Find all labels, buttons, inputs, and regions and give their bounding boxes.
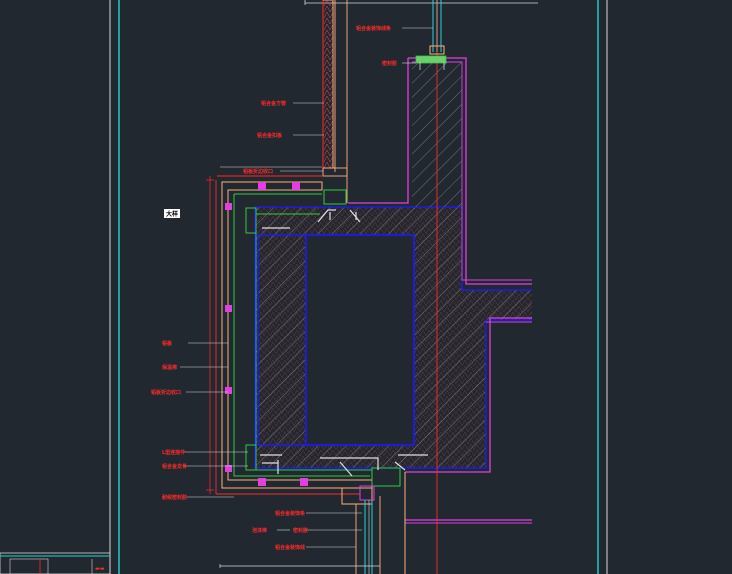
cad-drawing-canvas: ▬▬ 大样 铝合金装饰线条 密封胶 铝合金方管 铝合金扣板 铝板折边收口 铝板 … [0, 0, 608, 574]
upper-facade [304, 0, 348, 203]
callout-label: 铝合金装饰线 [275, 544, 305, 551]
top-mullion [415, 0, 447, 70]
scale-tag-text: 大样 [166, 210, 178, 218]
svg-text:▬▬: ▬▬ [95, 566, 105, 572]
callout-label: 铝合金装饰条 [275, 510, 305, 517]
scale-tag: 大样 [164, 209, 180, 218]
callout-label: 密封胶 [293, 527, 308, 534]
callout-label: 铝合金龙骨 [162, 463, 187, 470]
callout-label: 保温棉 [161, 364, 177, 371]
callout-label: 铝板折边收口 [243, 168, 273, 175]
callout-label: 铝合金方管 [261, 100, 286, 107]
callout-label: 铝板 [162, 340, 173, 347]
callout-label: 密封胶 [382, 60, 397, 67]
callout-label: 铝合金装饰线条 [356, 25, 391, 32]
callout-label: 泡沫棒 [252, 527, 268, 534]
callout-label: 铝板折边收口 [151, 389, 181, 396]
callout-label: 耐候密封胶 [162, 494, 187, 501]
callout-label: L型连接件 [162, 449, 185, 456]
callout-label: 铝合金扣板 [257, 132, 283, 139]
